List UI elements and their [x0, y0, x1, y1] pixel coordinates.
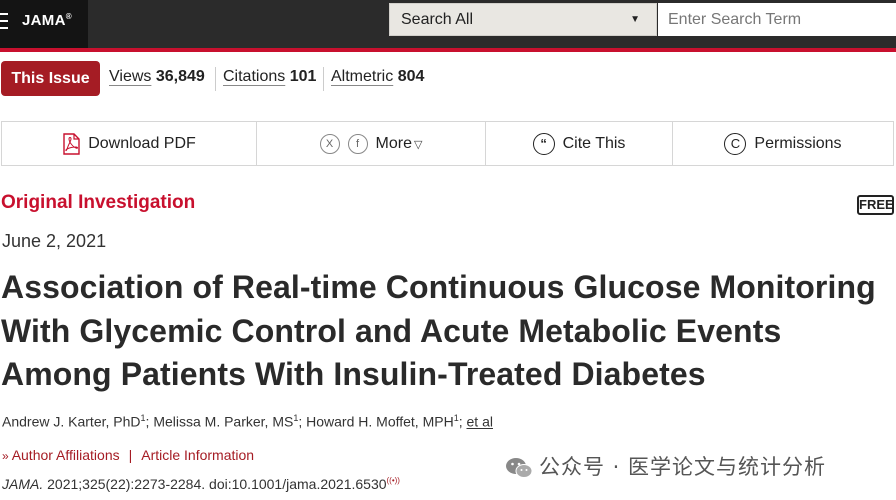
views-value: 36,849 [155, 68, 205, 85]
facebook-share-icon[interactable]: f [347, 133, 368, 154]
citations-label: Citations [223, 68, 286, 85]
chevron-right-icon: » [2, 449, 9, 463]
citation-line: JAMA. 2021;325(22):2273-2284. doi:10.100… [2, 476, 400, 492]
publication-date: June 2, 2021 [2, 231, 107, 251]
copyright-icon: C [724, 132, 747, 155]
affiliation-marker: 1 [453, 413, 459, 423]
chevron-down-icon: ▽ [413, 138, 423, 151]
search-input[interactable] [658, 3, 896, 36]
share-more-group: X f More ▽ [257, 122, 486, 165]
download-pdf-label: Download PDF [88, 134, 196, 152]
pdf-icon [63, 132, 80, 155]
views-label: Views [109, 68, 152, 85]
download-pdf-button[interactable]: Download PDF [2, 122, 257, 165]
altmetric-label: Altmetric [331, 68, 394, 85]
article-information-link[interactable]: Article Information [141, 447, 254, 463]
cite-this-label: Cite This [562, 134, 626, 152]
citation-text: 2021;325(22):2273-2284. doi:10.1001/jama… [47, 476, 387, 492]
views-metric[interactable]: Views 36,849 [109, 68, 205, 86]
more-button[interactable]: More ▽ [376, 135, 423, 153]
article-toolbar: Download PDF X f More ▽ “ Cite This C Per… [1, 121, 894, 166]
journal-name: JAMA. [2, 476, 44, 492]
search-scope-select[interactable]: Search All ▼ [389, 3, 657, 36]
author-list: Andrew J. Karter, PhD1; Melissa M. Parke… [2, 413, 493, 430]
author-affiliations-link[interactable]: Author Affiliations [12, 447, 120, 463]
wechat-watermark: 公众号 · 医学论文与统计分析 [505, 451, 826, 481]
author-name[interactable]: Howard H. Moffet, MPH [306, 414, 454, 430]
article-title: Association of Real-time Continuous Gluc… [1, 269, 876, 392]
article-info-links: » Author Affiliations | Article Information [2, 447, 254, 463]
wechat-icon [506, 458, 533, 478]
citations-metric[interactable]: Citations 101 [223, 68, 316, 86]
permissions-label: Permissions [754, 134, 842, 152]
link-divider: | [128, 447, 133, 463]
author-name[interactable]: Melissa M. Parker, MS [153, 414, 293, 430]
permissions-button[interactable]: C Permissions [673, 122, 893, 165]
metric-divider [323, 67, 324, 91]
chevron-down-icon: ▼ [630, 14, 640, 25]
altmetric-metric[interactable]: Altmetric 804 [331, 68, 424, 86]
crossmark-icon[interactable]: ((•)) [387, 476, 400, 485]
search-scope-value: Search All [401, 11, 474, 28]
watermark-text: 公众号 · 医学论文与统计分析 [539, 455, 827, 479]
top-bar: JAMA® Search All ▼ [0, 0, 896, 48]
et-al-link[interactable]: et al [467, 414, 493, 430]
brand-area: JAMA® [0, 0, 88, 48]
menu-icon[interactable] [0, 13, 8, 33]
free-badge: FREE [857, 195, 894, 215]
altmetric-value: 804 [397, 68, 425, 85]
affiliation-marker: 1 [140, 413, 146, 423]
metric-divider [215, 67, 216, 91]
article-type[interactable]: Original Investigation [1, 192, 195, 214]
cite-this-button[interactable]: “ Cite This [486, 122, 673, 165]
affiliation-marker: 1 [293, 413, 299, 423]
jama-logo[interactable]: JAMA® [22, 12, 72, 29]
author-name[interactable]: Andrew J. Karter, PhD [2, 414, 141, 430]
this-issue-button[interactable]: This Issue [1, 61, 100, 96]
x-share-icon[interactable]: X [319, 133, 340, 154]
brand-divider [0, 48, 896, 52]
citations-value: 101 [289, 68, 317, 85]
quote-icon: “ [532, 132, 555, 155]
